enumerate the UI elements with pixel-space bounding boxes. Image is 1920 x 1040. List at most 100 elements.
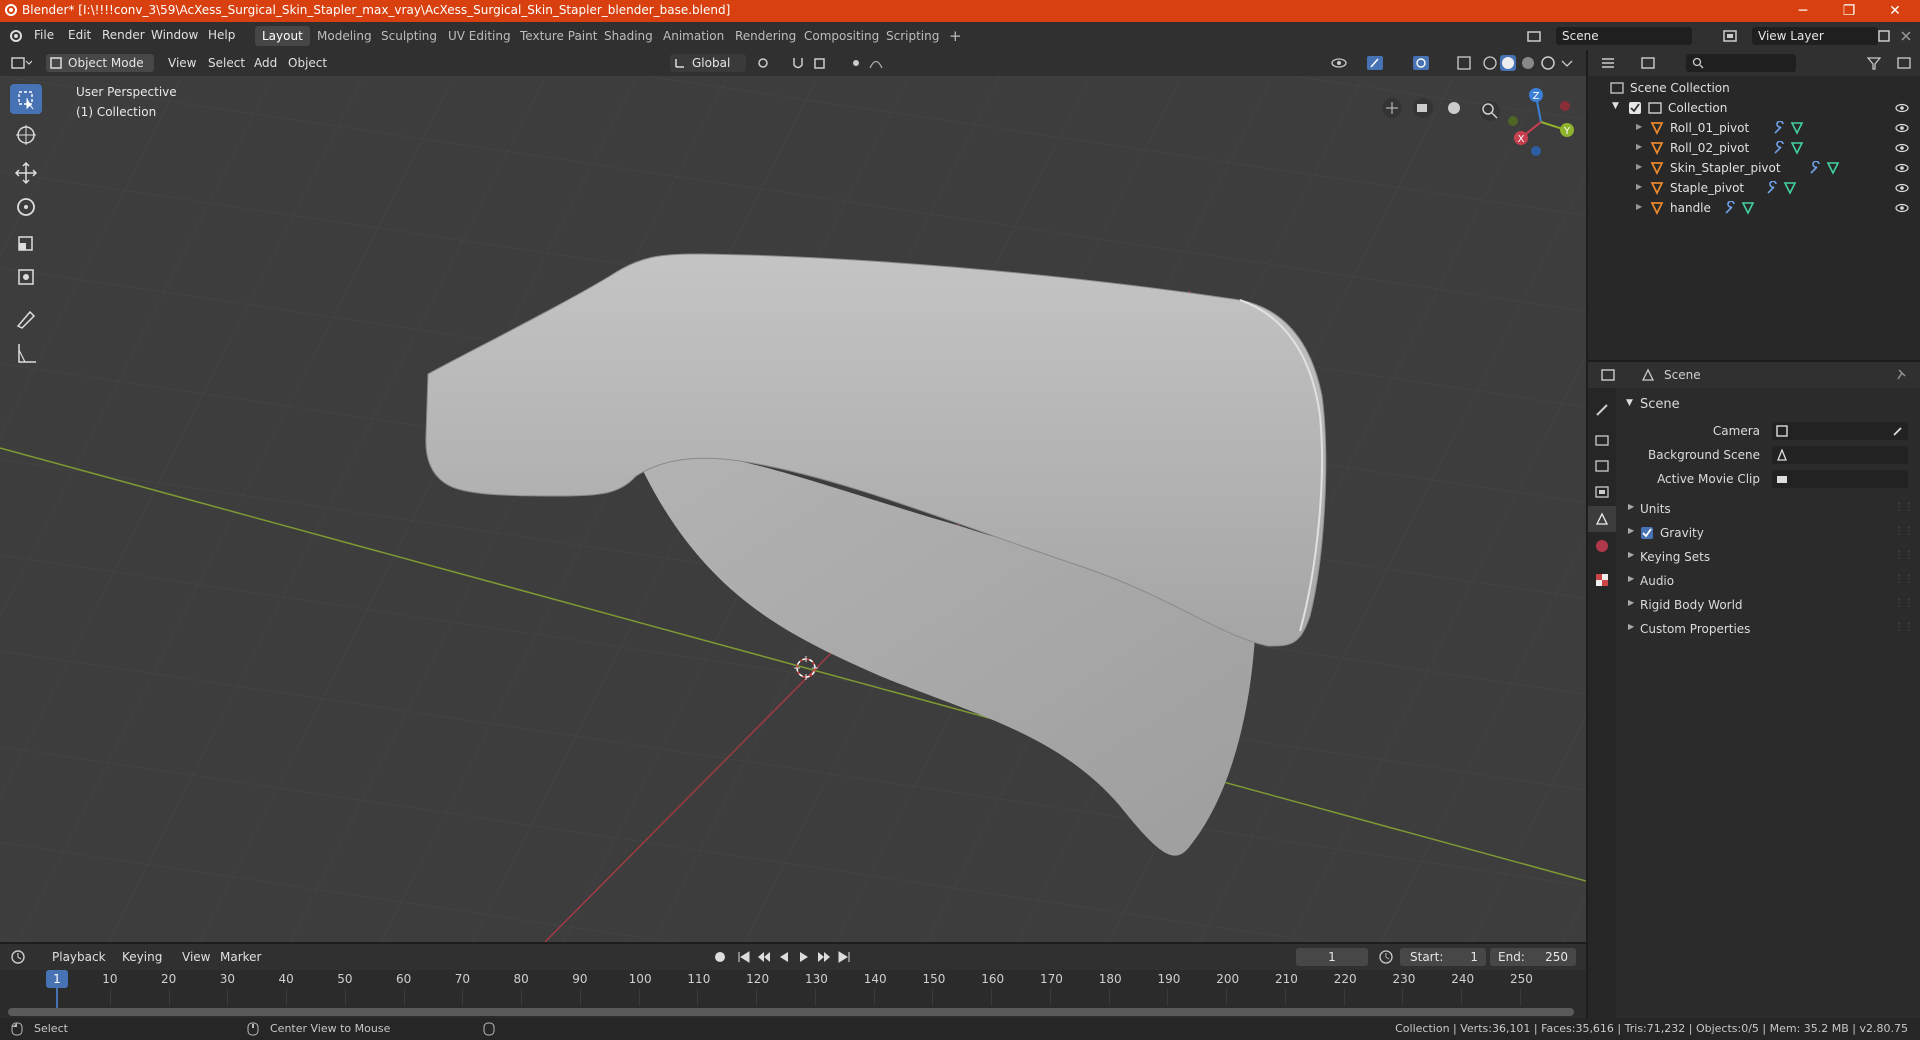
camera-field[interactable] [1772, 422, 1908, 440]
end-frame-field[interactable]: End: 250 [1490, 948, 1576, 966]
new-view-layer-icon[interactable] [1876, 28, 1892, 44]
drag-handle-icon[interactable]: ⋮⋮ [1894, 574, 1914, 585]
menu-help[interactable]: Help [208, 28, 235, 42]
tool-scale[interactable] [10, 228, 42, 258]
jump-start-icon[interactable] [736, 949, 752, 965]
pan-hand-icon[interactable] [1448, 102, 1460, 114]
outliner-editor-icon[interactable] [1600, 55, 1626, 71]
drag-handle-icon[interactable]: ⋮⋮ [1894, 502, 1914, 513]
start-frame-field[interactable]: Start: 1 [1400, 948, 1486, 966]
expand-arrow-icon[interactable]: ▶ [1636, 202, 1642, 211]
editor-type-icon[interactable] [10, 55, 32, 71]
drag-handle-icon[interactable]: ⋮⋮ [1894, 598, 1914, 609]
tool-annotate[interactable] [10, 304, 42, 334]
tab-compositing[interactable]: Compositing [797, 26, 886, 46]
tool-transform[interactable] [10, 262, 42, 292]
menu-window[interactable]: Window [151, 28, 198, 42]
rendered-shading-icon[interactable] [1540, 55, 1556, 71]
outliner-item-staple-pivot[interactable]: ▶ Staple_pivot [1588, 178, 1920, 198]
eye-icon[interactable] [1894, 141, 1910, 155]
panel-keying-sets[interactable]: ▶ Keying Sets ⋮⋮ [1620, 546, 1920, 568]
expand-arrow-icon[interactable]: ▶ [1636, 182, 1642, 191]
tab-animation[interactable]: Animation [656, 26, 731, 46]
properties-editor-icon[interactable] [1600, 367, 1626, 383]
camera-view-icon[interactable] [1413, 98, 1433, 118]
panel-custom-properties[interactable]: ▶ Custom Properties ⋮⋮ [1620, 618, 1920, 640]
active-movie-clip-field[interactable] [1772, 470, 1908, 488]
tab-uv-editing[interactable]: UV Editing [441, 26, 518, 46]
eye-icon[interactable] [1894, 201, 1910, 215]
scene-selector[interactable]: Scene [1556, 27, 1692, 45]
overlays-icon[interactable] [1412, 55, 1440, 71]
xray-icon[interactable] [1456, 55, 1472, 71]
prev-keyframe-icon[interactable] [756, 949, 772, 965]
background-scene-field[interactable] [1772, 446, 1908, 464]
timeline-menu-playback[interactable]: Playback [52, 948, 106, 966]
pivot-point-icon[interactable] [756, 55, 782, 71]
remove-view-layer-icon[interactable] [1898, 28, 1914, 44]
next-keyframe-icon[interactable] [816, 949, 832, 965]
tool-move[interactable] [10, 158, 42, 188]
tool-cursor[interactable] [10, 120, 42, 150]
display-mode-icon[interactable] [1640, 55, 1666, 71]
drag-handle-icon[interactable]: ⋮⋮ [1894, 550, 1914, 561]
expand-arrow-icon[interactable]: ▶ [1636, 162, 1642, 171]
tab-layout[interactable]: Layout [255, 26, 310, 46]
render-tab-icon[interactable] [1594, 432, 1610, 448]
tab-shading[interactable]: Shading [597, 26, 660, 46]
outliner-search-input[interactable] [1686, 54, 1796, 72]
outliner-item-handle[interactable]: ▶ handle [1588, 198, 1920, 218]
menu-edit[interactable]: Edit [68, 28, 91, 42]
timeline-menu-view[interactable]: View [182, 948, 210, 966]
close-button[interactable]: ✕ [1872, 0, 1918, 22]
view-layer-tab-icon[interactable] [1594, 484, 1610, 500]
panel-audio[interactable]: ▶ Audio ⋮⋮ [1620, 570, 1920, 592]
tab-sculpting[interactable]: Sculpting [374, 26, 444, 46]
mesh-data-icon[interactable] [1741, 201, 1755, 215]
gizmo-toggle-icon[interactable] [1366, 55, 1394, 71]
expand-arrow-icon[interactable]: ▼ [1612, 101, 1619, 111]
world-tab-icon[interactable] [1594, 538, 1610, 554]
outliner-item-roll-02-pivot[interactable]: ▶ Roll_02_pivot [1588, 138, 1920, 158]
outliner-item-skin-stapler-pivot[interactable]: ▶ Skin_Stapler_pivot [1588, 158, 1920, 178]
modifier-wrench-icon[interactable] [1808, 161, 1822, 175]
mesh-data-icon[interactable] [1790, 121, 1804, 135]
checkbox-icon[interactable] [1628, 101, 1642, 115]
modifier-wrench-icon[interactable] [1723, 201, 1737, 215]
material-shading-icon[interactable] [1520, 55, 1536, 71]
texture-tab-icon[interactable] [1594, 572, 1610, 588]
drag-handle-icon[interactable]: ⋮⋮ [1894, 622, 1914, 633]
transform-orientation-selector[interactable]: Global [670, 54, 746, 72]
eye-icon[interactable] [1894, 181, 1910, 195]
tab-modeling[interactable]: Modeling [310, 26, 379, 46]
grid-toggle-icon[interactable] [1382, 98, 1402, 118]
eye-icon[interactable] [1894, 161, 1910, 175]
timeline-menu-marker[interactable]: Marker [220, 948, 261, 966]
timeline-menu-keying[interactable]: Keying [122, 948, 162, 966]
viewport-menu-select[interactable]: Select [208, 54, 245, 72]
outliner-collection[interactable]: ▼ Collection [1588, 98, 1920, 118]
panel-units[interactable]: ▶ Units ⋮⋮ [1620, 498, 1920, 520]
scene-tab[interactable] [1588, 506, 1616, 532]
shading-options-icon[interactable] [1560, 55, 1574, 71]
expand-arrow-icon[interactable]: ▶ [1636, 122, 1642, 131]
timeline-editor-icon[interactable] [10, 949, 36, 965]
modifier-wrench-icon[interactable] [1772, 121, 1786, 135]
viewport-menu-object[interactable]: Object [288, 54, 327, 72]
outliner-item-roll-01-pivot[interactable]: ▶ Roll_01_pivot [1588, 118, 1920, 138]
timeline-scrollbar[interactable] [8, 1008, 1574, 1016]
panel-gravity[interactable]: ▶ Gravity ⋮⋮ [1620, 522, 1920, 544]
pin-icon[interactable] [1894, 367, 1910, 383]
record-icon[interactable] [712, 949, 728, 965]
mesh-data-icon[interactable] [1783, 181, 1797, 195]
tab-scripting[interactable]: Scripting [879, 26, 946, 46]
maximize-button[interactable]: ❐ [1826, 0, 1872, 22]
tool-measure[interactable] [10, 338, 42, 368]
snap-icon[interactable] [790, 55, 810, 71]
new-collection-icon[interactable] [1896, 55, 1912, 71]
orientation-gizmo[interactable]: Z Y X [1505, 84, 1577, 164]
add-workspace-button[interactable]: + [942, 26, 969, 46]
expand-arrow-icon[interactable]: ▶ [1636, 142, 1642, 151]
eyedropper-icon[interactable] [1892, 425, 1904, 437]
scene-panel-header[interactable]: ▼ Scene [1620, 394, 1920, 416]
